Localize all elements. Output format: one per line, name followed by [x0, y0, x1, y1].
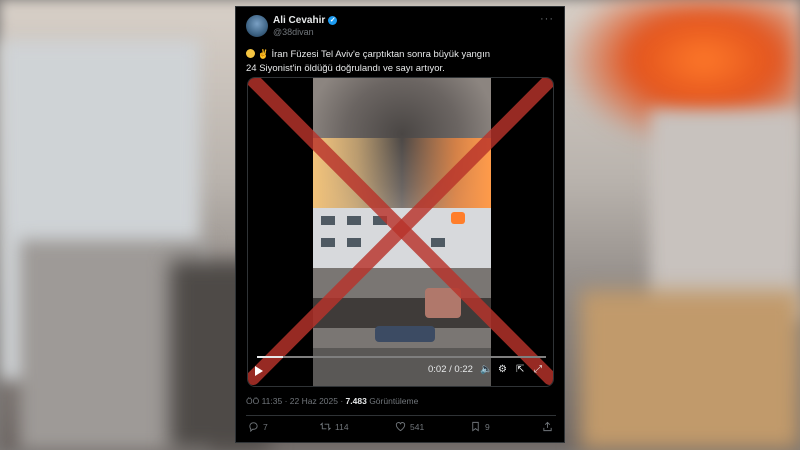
more-options-icon[interactable]: ··· — [540, 13, 554, 25]
settings-icon[interactable]: ⚙ — [498, 364, 507, 375]
views-label: Görüntüleme — [366, 396, 419, 406]
volume-icon[interactable]: 🔈 — [480, 364, 492, 375]
divider — [246, 415, 556, 416]
share-icon — [543, 421, 552, 432]
expand-icon[interactable]: ⤢ — [534, 364, 542, 375]
video-time: 0:02 / 0:22 — [428, 364, 473, 375]
view-count: 7.483 — [345, 396, 367, 406]
author-handle[interactable]: @38divan — [273, 27, 314, 37]
tweet-text-line1: İran Füzesi Tel Aviv'e çarptıktan sonra … — [271, 49, 491, 60]
retweet-button[interactable]: 114 — [320, 421, 349, 432]
retweet-icon — [320, 422, 331, 431]
video-progress-bar[interactable] — [257, 356, 546, 358]
tweet-text: ✌ İran Füzesi Tel Aviv'e çarptıktan sonr… — [246, 47, 558, 76]
tweet-card: Ali Cevahir ✓ @38divan ··· ✌ İran Füzesi … — [235, 6, 565, 443]
bookmark-count: 9 — [485, 421, 490, 432]
yellow-circle-emoji-icon — [246, 49, 255, 58]
reply-button[interactable]: 7 — [248, 421, 268, 432]
timestamp[interactable]: ÖÖ 11:35 · 22 Haz 2025 · — [246, 396, 346, 406]
fullscreen-alt-icon[interactable]: ⇱ — [516, 364, 524, 375]
reply-count: 7 — [263, 421, 268, 432]
video-player[interactable]: 0:02 / 0:22 🔈 ⚙ ⇱ ⤢ — [247, 77, 554, 387]
reply-icon — [249, 422, 258, 432]
heart-icon — [395, 422, 406, 432]
bookmark-icon — [472, 421, 479, 432]
author-name[interactable]: Ali Cevahir ✓ — [273, 15, 338, 26]
tweet-text-line2: 24 Siyonist'in öldüğü doğrulandı ve sayı… — [246, 63, 445, 74]
play-icon[interactable] — [255, 366, 263, 376]
victory-hand-emoji-icon: ✌ — [257, 49, 269, 59]
share-button[interactable] — [542, 421, 553, 432]
video-frame — [313, 78, 491, 386]
bookmark-button[interactable]: 9 — [470, 421, 490, 432]
verified-badge-icon: ✓ — [328, 16, 338, 25]
like-button[interactable]: 541 — [395, 421, 424, 432]
retweet-count: 114 — [335, 421, 349, 432]
tweet-meta: ÖÖ 11:35 · 22 Haz 2025 · 7.483 Görüntüle… — [246, 396, 418, 406]
action-bar: 7 114 541 9 — [246, 421, 556, 437]
video-controls: 0:02 / 0:22 🔈 ⚙ ⇱ ⤢ — [248, 356, 553, 386]
avatar[interactable] — [246, 15, 268, 37]
like-count: 541 — [410, 421, 425, 432]
